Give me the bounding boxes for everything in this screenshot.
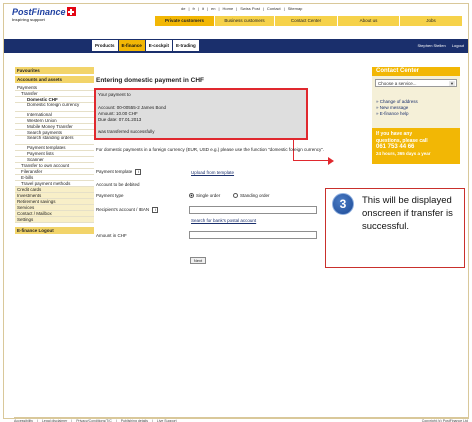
info-icon[interactable]: i	[152, 207, 159, 213]
payment-template-label: Payment template i	[96, 169, 142, 175]
footer: Accessibility | Legal disclaimer | Privacy…	[14, 417, 468, 422]
tab-private-customers[interactable]: Private customers	[154, 16, 214, 26]
call-info: If you have any questions, please call 0…	[372, 128, 460, 164]
standing-order-label: Standing order	[240, 193, 270, 198]
tab-about-us[interactable]: About us	[337, 16, 399, 26]
sitemap-link[interactable]: Sitemap	[288, 6, 303, 11]
payment-type-label: Payment type	[96, 193, 124, 198]
tab-products[interactable]: Products	[92, 40, 118, 51]
service-select[interactable]: Choose a service... ▼	[375, 79, 457, 87]
swiss-cross-icon	[66, 7, 76, 16]
chevron-down-icon[interactable]: ▼	[449, 81, 455, 86]
user-info: Stephen Stellen Logout	[418, 43, 464, 48]
top-links: de | fr | it | en | Home | Swiss Post | Contac…	[181, 6, 303, 11]
single-order-radio[interactable]: Single order	[189, 193, 221, 199]
next-button[interactable]: Next	[190, 257, 206, 264]
change-address-text: Change of address	[379, 99, 418, 104]
foreign-currency-note: For domestic payments in a foreign curre…	[96, 147, 325, 152]
callout-text: This will be displayed onscreen if trans…	[362, 195, 453, 232]
service-hours: 24 hours, 365 days a year	[376, 150, 431, 156]
header: PostFinance Inspiring support de | fr | it…	[4, 4, 468, 26]
tab-jobs[interactable]: Jobs	[399, 16, 462, 26]
callout-arrow-icon	[328, 157, 334, 165]
amount-label: Amount in CHF	[96, 233, 127, 238]
lang-de-link[interactable]: de	[181, 6, 185, 11]
page-title: Entering domestic payment in CHF	[96, 77, 204, 84]
sidebar: Favourites Accounts and assets Payments …	[15, 67, 94, 236]
e-finance-help-text: E-finance help	[379, 111, 409, 116]
contact-center-box: Contact Center Choose a service... ▼ » C…	[372, 67, 460, 164]
info-icon[interactable]: i	[135, 169, 142, 175]
step-number-badge: 3	[332, 193, 354, 215]
payment-template-text: Payment template	[96, 169, 133, 175]
contact-center-title: Contact Center	[372, 67, 460, 76]
logo-text: PostFinance	[12, 7, 66, 17]
sidebar-accounts-assets[interactable]: Accounts and assets	[15, 76, 94, 83]
sidebar-e-finance-logout[interactable]: E-finance Logout	[15, 227, 94, 234]
new-message-text: New message	[379, 105, 409, 110]
tab-e-finance[interactable]: E-finance	[118, 40, 145, 51]
service-select-value: Choose a service...	[378, 81, 417, 86]
recipient-account-text: Recipient's account / IBAN	[96, 207, 150, 213]
postfinance-logo[interactable]: PostFinance	[12, 7, 76, 17]
lang-fr-link[interactable]: fr	[193, 6, 195, 11]
radio-unselected-icon[interactable]	[233, 193, 238, 199]
contact-link[interactable]: Contact	[267, 6, 281, 11]
account-debited-label: Account to be debited	[96, 182, 140, 187]
search-bank-postal-account-link[interactable]: Search for bank's postal account	[191, 218, 256, 223]
tab-business-customers[interactable]: Business customers	[214, 16, 274, 26]
upload-template-link[interactable]: Upload from template	[191, 170, 234, 175]
contact-links: » Change of address » New message » E-fi…	[376, 99, 460, 117]
annotation-callout: 3 This will be displayed onscreen if tra…	[325, 188, 465, 268]
home-link[interactable]: Home	[223, 6, 234, 11]
e-finance-help-link[interactable]: » E-finance help	[376, 111, 460, 117]
sidebar-favourites[interactable]: Favourites	[15, 67, 94, 74]
recipient-account-label: Recipient's account / IBAN i	[96, 207, 159, 213]
sub-tabs: Products E-finance E-cockpit E-trading	[92, 40, 199, 51]
sidebar-item-search-standing-orders[interactable]: Search standing orders	[15, 136, 94, 145]
lang-en-link[interactable]: en	[211, 6, 215, 11]
sidebar-item-domestic-foreign-currency[interactable]: Domestic foreign currency	[15, 103, 94, 112]
tab-contact-center[interactable]: Contact Center	[274, 16, 337, 26]
logout-link[interactable]: Logout	[452, 43, 464, 48]
standing-order-radio[interactable]: Standing order	[233, 193, 270, 199]
browser-frame: PostFinance Inspiring support de | fr | it…	[3, 3, 469, 422]
tab-e-trading[interactable]: E-trading	[173, 40, 199, 51]
radio-selected-icon[interactable]	[189, 193, 194, 199]
sidebar-item-settings[interactable]: Settings	[15, 217, 94, 223]
lang-it-link[interactable]: it	[202, 6, 204, 11]
tab-e-cockpit[interactable]: E-cockpit	[145, 40, 173, 51]
highlight-box	[94, 88, 308, 140]
user-name[interactable]: Stephen Stellen	[418, 43, 446, 48]
tagline: Inspiring support	[12, 17, 45, 22]
recipient-account-input[interactable]	[189, 206, 317, 214]
main-nav: Private customers Business customers Con…	[154, 16, 462, 26]
single-order-label: Single order	[196, 193, 221, 198]
sub-nav-bar: Products E-finance E-cockpit E-trading S…	[4, 39, 468, 53]
amount-input[interactable]	[189, 231, 317, 239]
callout-connector	[293, 160, 330, 161]
swiss-post-link[interactable]: Swiss Post	[240, 6, 260, 11]
